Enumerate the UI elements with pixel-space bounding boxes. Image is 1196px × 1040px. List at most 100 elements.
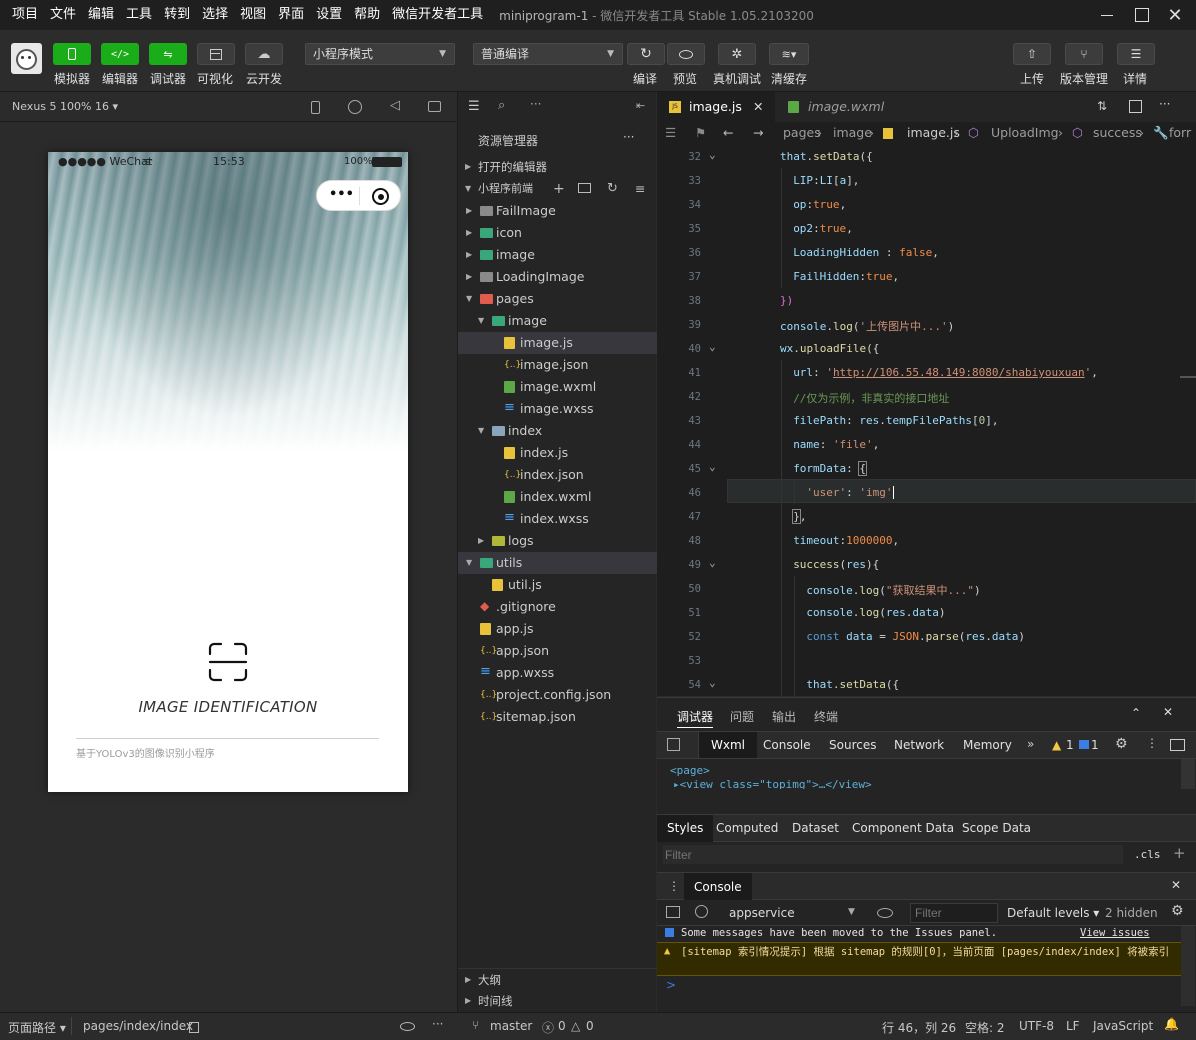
file-util-js[interactable]: util.js: [458, 574, 657, 596]
code-line[interactable]: }): [780, 294, 793, 307]
compile-mode-select[interactable]: 普通编译 ▼: [473, 43, 623, 65]
code-line[interactable]: const data = JSON.parse(res.data): [806, 630, 1025, 643]
cls-button[interactable]: .cls: [1134, 848, 1161, 861]
wxml-tree[interactable]: <page> ▸<view class="topimg">…</view>: [657, 759, 1196, 789]
project-section[interactable]: ▼ 小程序前端 + ↻ ≡: [458, 178, 657, 200]
file-index-js[interactable]: index.js: [458, 442, 657, 464]
code-line[interactable]: op:true,: [793, 198, 846, 211]
tab-debugger[interactable]: 调试器: [677, 708, 714, 728]
debugger-toggle-button[interactable]: ⇋: [149, 43, 187, 65]
editor-toggle-button[interactable]: </>: [101, 43, 139, 65]
code-line[interactable]: console.log("获取结果中..."): [806, 582, 980, 598]
warning-count[interactable]: 0: [586, 1019, 594, 1033]
breadcrumb-item[interactable]: image.js: [907, 122, 960, 144]
tab-component-data[interactable]: Component Data: [852, 821, 954, 835]
code-line[interactable]: FailHidden:true,: [793, 270, 899, 283]
list-icon[interactable]: ☰: [665, 122, 676, 144]
menu-settings[interactable]: 设置: [310, 0, 348, 30]
tab-console[interactable]: Console: [763, 738, 811, 752]
open-editors-section[interactable]: ▶ 打开的编辑器: [458, 156, 657, 178]
simulator-toggle-button[interactable]: [53, 43, 91, 65]
more-icon[interactable]: ···: [530, 97, 541, 111]
tab-image-wxml[interactable]: image.wxml: [776, 92, 904, 122]
close-mini-icon[interactable]: [372, 188, 389, 205]
folder-image[interactable]: ▶ image: [458, 244, 657, 266]
chevron-down-icon[interactable]: ▼: [478, 310, 484, 332]
collapse-icon[interactable]: ⇤: [636, 99, 645, 112]
clear-cache-button[interactable]: ≋▾: [769, 43, 809, 65]
preview-button[interactable]: [667, 43, 705, 65]
menu-view[interactable]: 视图: [234, 0, 272, 30]
tab-image-js[interactable]: JS image.js ✕: [657, 92, 775, 122]
more-icon[interactable]: ···: [1159, 97, 1170, 111]
scrollbar[interactable]: [1181, 926, 1195, 1006]
code-line[interactable]: //仅为示例，非真实的接口地址: [793, 390, 949, 406]
file-image-wxml[interactable]: image.wxml: [458, 376, 657, 398]
code-line[interactable]: timeout:1000000,: [793, 534, 899, 547]
tab-output[interactable]: 输出: [772, 708, 796, 725]
close-tab-icon[interactable]: ✕: [753, 92, 763, 122]
breadcrumb-item[interactable]: image: [833, 122, 872, 144]
folder-pages[interactable]: ▼ pages: [458, 288, 657, 310]
split-editor-icon[interactable]: [1129, 100, 1142, 113]
file-image-js[interactable]: image.js: [458, 332, 657, 354]
remote-debug-button[interactable]: ✲: [718, 43, 756, 65]
fold-chevron-icon[interactable]: ⌄: [709, 556, 716, 569]
folder-failimage[interactable]: ▶ FailImage: [458, 200, 657, 222]
code-line[interactable]: console.log(res.data): [806, 606, 945, 619]
close-icon[interactable]: ✕: [1171, 878, 1181, 892]
tab-wxml[interactable]: Wxml: [699, 732, 757, 758]
menu-goto[interactable]: 转到: [158, 0, 196, 30]
menu-wechat-devtools[interactable]: 微信开发者工具: [386, 0, 489, 30]
file-sitemap-json[interactable]: {..} sitemap.json: [458, 706, 657, 728]
code-area[interactable]: 32 ⌄ 33 34 35 36 37 38 39 40 ⌄ 41 42 43 44 45 ⌄ 46 47 48 49 ⌄…: [657, 144, 1196, 696]
code-line[interactable]: that.setData({: [806, 678, 899, 691]
search-icon[interactable]: ⌕: [498, 98, 505, 113]
fold-chevron-icon[interactable]: ⌄: [709, 340, 716, 353]
folder-utils[interactable]: ▼ utils: [458, 552, 657, 574]
encoding[interactable]: UTF-8: [1019, 1019, 1054, 1033]
chevron-down-icon[interactable]: ▼: [466, 552, 472, 574]
menu-select[interactable]: 选择: [196, 0, 234, 30]
device-select[interactable]: Nexus 5 100% 16 ▾: [12, 100, 118, 113]
volume-icon[interactable]: ◁: [390, 98, 400, 113]
files-icon[interactable]: ☰: [468, 99, 480, 114]
tab-memory[interactable]: Memory: [963, 738, 1012, 752]
breadcrumb-item[interactable]: UploadImg: [991, 122, 1059, 144]
code-line[interactable]: wx.uploadFile({: [780, 342, 879, 355]
kebab-icon[interactable]: ⋮: [668, 879, 680, 893]
code-line[interactable]: success(res){: [793, 558, 879, 571]
avatar[interactable]: [11, 43, 42, 74]
page-path-select[interactable]: 页面路径 ▾: [8, 1019, 66, 1036]
styles-filter-input[interactable]: [663, 845, 1123, 864]
chevron-right-icon[interactable]: ▶: [466, 266, 472, 288]
code-line[interactable]: console.log('上传图片中...'): [780, 318, 954, 334]
gear-icon[interactable]: ⚙: [1115, 736, 1128, 752]
folder-loadingimage[interactable]: ▶ LoadingImage: [458, 266, 657, 288]
menu-project[interactable]: 项目: [6, 0, 44, 30]
details-button[interactable]: ☰: [1117, 43, 1155, 65]
chevron-right-icon[interactable]: ▶: [466, 244, 472, 266]
code-line[interactable]: },: [792, 509, 806, 524]
view-issues-link[interactable]: View issues: [1080, 927, 1150, 939]
warning-count[interactable]: 1: [1066, 738, 1074, 752]
close-icon[interactable]: ✕: [1163, 705, 1173, 719]
close-window-button[interactable]: ✕: [1160, 4, 1190, 26]
levels-select[interactable]: Default levels ▾: [1007, 906, 1099, 920]
visual-toggle-button[interactable]: [197, 43, 235, 65]
menu-interface[interactable]: 界面: [272, 0, 310, 30]
sidebar-toggle-icon[interactable]: [666, 906, 680, 918]
tab-sources[interactable]: Sources: [829, 738, 876, 752]
more-dots-icon[interactable]: •••: [329, 187, 354, 202]
eye-icon[interactable]: [400, 1022, 415, 1031]
file-app-wxss[interactable]: ≡ app.wxss: [458, 662, 657, 684]
console-drawer-tab[interactable]: Console: [684, 873, 752, 900]
chevron-right-icon[interactable]: ▶: [478, 530, 484, 552]
git-branch[interactable]: master: [490, 1019, 532, 1033]
file-image-wxss[interactable]: ≡ image.wxss: [458, 398, 657, 420]
info-count[interactable]: 1: [1091, 738, 1099, 752]
timeline-section[interactable]: ▶ 时间线: [458, 990, 657, 1012]
folder-icon[interactable]: ▶ icon: [458, 222, 657, 244]
file-gitignore[interactable]: ◆ .gitignore: [458, 596, 657, 618]
cloud-dev-button[interactable]: ☁: [245, 43, 283, 65]
